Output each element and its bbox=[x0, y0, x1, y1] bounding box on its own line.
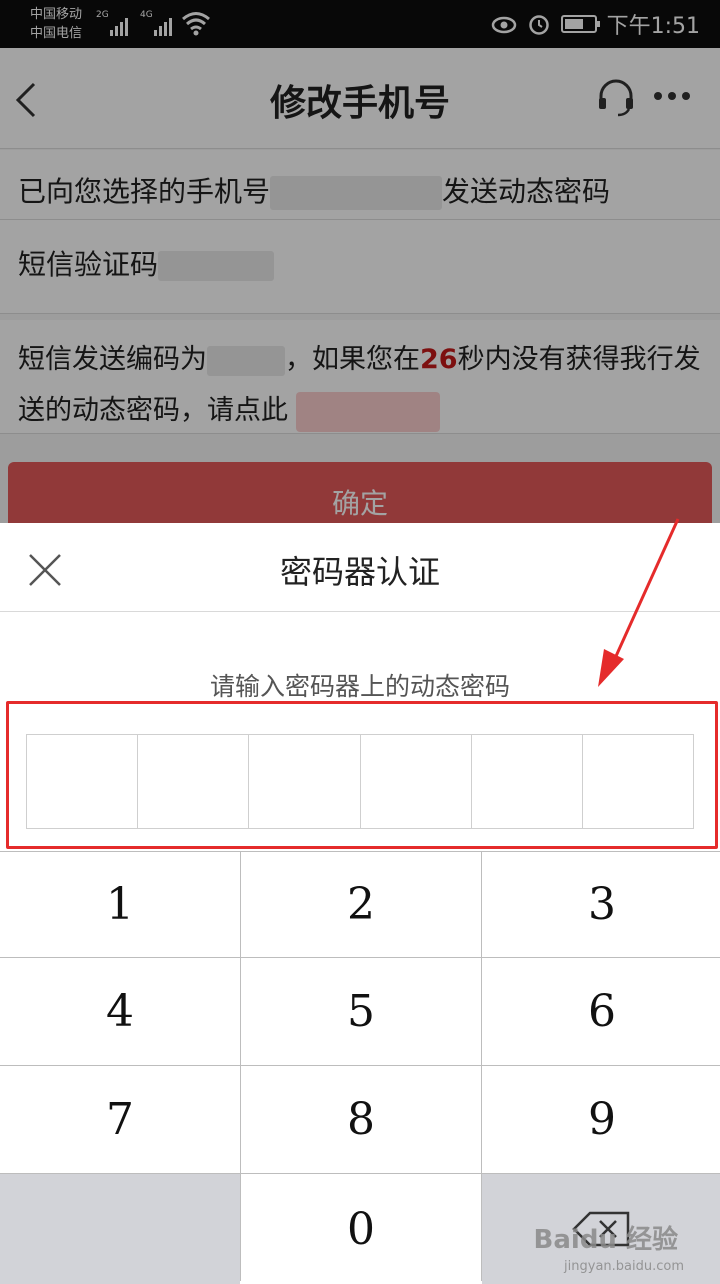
pin-cell[interactable] bbox=[249, 735, 361, 828]
key-6[interactable]: 6 bbox=[482, 958, 720, 1065]
key-7[interactable]: 7 bbox=[0, 1066, 240, 1173]
baidu-watermark-url: jingyan.baidu.com bbox=[564, 1259, 684, 1274]
key-9[interactable]: 9 bbox=[482, 1066, 720, 1173]
key-blank bbox=[0, 1174, 240, 1284]
pin-input[interactable] bbox=[26, 734, 694, 829]
baidu-watermark: Baidu 经验 bbox=[533, 1225, 678, 1255]
pin-cell[interactable] bbox=[138, 735, 250, 828]
pin-cell[interactable] bbox=[583, 735, 693, 828]
numeric-keypad: 1 2 3 4 5 6 7 8 9 0 bbox=[0, 851, 720, 1284]
key-5[interactable]: 5 bbox=[241, 958, 481, 1065]
key-1[interactable]: 1 bbox=[0, 852, 240, 957]
key-0[interactable]: 0 bbox=[241, 1174, 481, 1284]
annotation-arrow bbox=[598, 518, 680, 687]
pin-cell[interactable] bbox=[472, 735, 583, 828]
key-3[interactable]: 3 bbox=[482, 852, 720, 957]
key-2[interactable]: 2 bbox=[241, 852, 481, 957]
modal-overlay[interactable] bbox=[0, 0, 720, 523]
pin-cell[interactable] bbox=[361, 735, 472, 828]
pin-cell[interactable] bbox=[27, 735, 139, 828]
key-8[interactable]: 8 bbox=[241, 1066, 481, 1173]
key-4[interactable]: 4 bbox=[0, 958, 240, 1065]
